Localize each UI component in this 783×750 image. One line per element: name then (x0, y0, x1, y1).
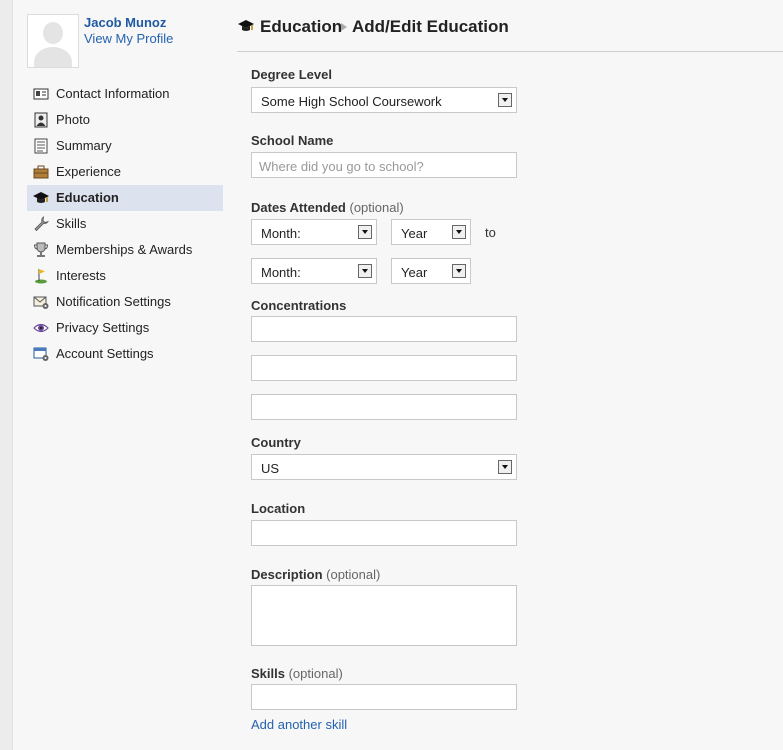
sidebar-item-label: Account Settings (56, 346, 154, 361)
wrench-icon (34, 216, 49, 232)
sidebar-item-interests[interactable]: Interests (27, 263, 223, 289)
breadcrumb-section[interactable]: Education (260, 17, 342, 37)
avatar-head-silhouette (43, 22, 63, 44)
sidebar-item-label: Summary (56, 138, 112, 153)
sidebar-item-skills[interactable]: Skills (27, 211, 223, 237)
envelope-gear-icon (33, 296, 49, 309)
sidebar-item-notification-settings[interactable]: Notification Settings (27, 289, 223, 315)
skills-label: Skills (optional) (251, 666, 343, 681)
skills-label-text: Skills (251, 666, 285, 681)
sidebar-item-label: Photo (56, 112, 90, 127)
end-year-select[interactable]: Year (391, 258, 471, 284)
sidebar-nav: Contact Information Photo Summary Experi… (27, 81, 223, 367)
sidebar-item-contact-information[interactable]: Contact Information (27, 81, 223, 107)
country-label: Country (251, 435, 301, 450)
sidebar-item-account-settings[interactable]: Account Settings (27, 341, 223, 367)
concentration-input-2[interactable] (251, 355, 517, 381)
profile-name[interactable]: Jacob Munoz (84, 15, 166, 30)
location-input[interactable] (251, 520, 517, 546)
concentration-input-1[interactable] (251, 316, 517, 342)
trophy-icon (33, 242, 49, 257)
sidebar-item-education[interactable]: Education (27, 185, 223, 211)
school-name-label: School Name (251, 133, 334, 148)
summary-icon (34, 138, 48, 154)
sidebar-item-summary[interactable]: Summary (27, 133, 223, 159)
sidebar-item-experience[interactable]: Experience (27, 159, 223, 185)
sidebar-item-memberships-awards[interactable]: Memberships & Awards (27, 237, 223, 263)
date-range-to-label: to (485, 225, 496, 240)
window-gear-icon (33, 347, 49, 361)
chevron-down-icon (498, 93, 512, 107)
breadcrumb-separator-icon (341, 23, 347, 31)
skill-input[interactable] (251, 684, 517, 710)
sidebar-item-label: Privacy Settings (56, 320, 150, 335)
concentrations-label: Concentrations (251, 298, 347, 313)
description-label-text: Description (251, 567, 323, 582)
start-year-select[interactable]: Year (391, 219, 471, 245)
view-profile-link[interactable]: View My Profile (84, 31, 173, 46)
school-name-placeholder: Where did you go to school? (259, 159, 424, 174)
graduation-cap-icon (238, 20, 254, 31)
description-label: Description (optional) (251, 567, 380, 582)
end-month-select[interactable]: Month: (251, 258, 377, 284)
sidebar-item-label: Education (56, 190, 119, 205)
description-optional: (optional) (326, 567, 381, 582)
degree-level-label: Degree Level (251, 67, 332, 82)
photo-icon (34, 112, 48, 128)
dates-attended-optional: (optional) (349, 200, 404, 215)
eye-icon (33, 323, 49, 333)
chevron-down-icon (452, 225, 466, 239)
left-edge-strip (0, 0, 13, 750)
golf-flag-icon (35, 269, 47, 284)
degree-level-value: Some High School Coursework (261, 94, 442, 109)
start-year-value: Year (401, 226, 428, 241)
graduation-cap-icon (33, 192, 49, 203)
sidebar-item-label: Interests (56, 268, 106, 283)
chevron-down-icon (358, 225, 372, 239)
dates-attended-label-text: Dates Attended (251, 200, 346, 215)
start-month-select[interactable]: Month: (251, 219, 377, 245)
sidebar-item-privacy-settings[interactable]: Privacy Settings (27, 315, 223, 341)
school-name-input[interactable]: Where did you go to school? (251, 152, 517, 178)
page-header: Education Add/Edit Education (237, 16, 783, 52)
sidebar-item-label: Memberships & Awards (56, 242, 193, 257)
location-label: Location (251, 501, 306, 516)
chevron-down-icon (452, 264, 466, 278)
skills-optional: (optional) (288, 666, 343, 681)
avatar[interactable] (27, 14, 79, 68)
sidebar-item-photo[interactable]: Photo (27, 107, 223, 133)
description-textarea[interactable] (251, 585, 517, 646)
chevron-down-icon (358, 264, 372, 278)
sidebar-item-label: Skills (56, 216, 87, 231)
chevron-down-icon (498, 460, 512, 474)
concentration-input-3[interactable] (251, 394, 517, 420)
briefcase-icon (33, 165, 49, 179)
dates-attended-label: Dates Attended (optional) (251, 200, 404, 215)
contact-card-icon (33, 88, 49, 100)
start-month-value: Month: (261, 226, 301, 241)
add-another-skill-link[interactable]: Add another skill (251, 717, 347, 732)
sidebar-item-label: Notification Settings (56, 294, 171, 309)
end-year-value: Year (401, 265, 428, 280)
degree-level-select[interactable]: Some High School Coursework (251, 87, 517, 113)
end-month-value: Month: (261, 265, 301, 280)
sidebar-item-label: Experience (56, 164, 122, 179)
sidebar-item-label: Contact Information (56, 86, 170, 101)
country-select[interactable]: US (251, 454, 517, 480)
page-title: Add/Edit Education (352, 17, 509, 36)
avatar-shoulders-silhouette (34, 47, 72, 67)
country-value: US (261, 461, 280, 476)
